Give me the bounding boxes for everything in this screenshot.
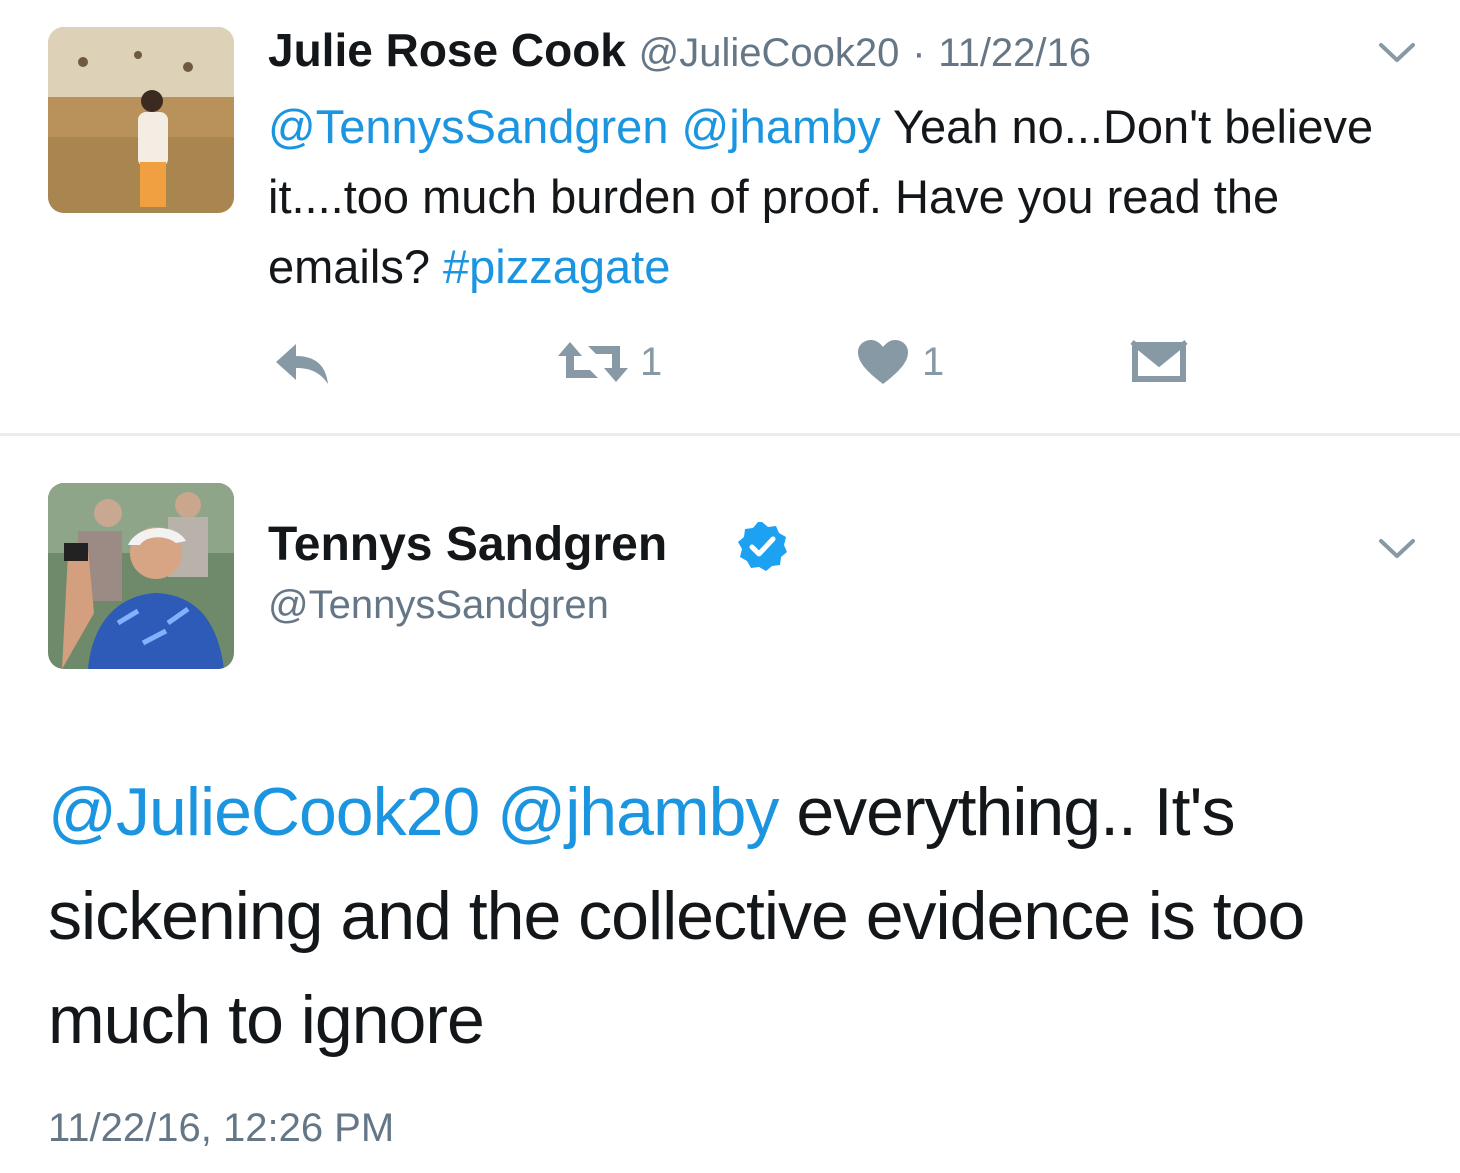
- mention-link[interactable]: @JulieCook20: [48, 774, 480, 850]
- mention-link[interactable]: @TennysSandgren: [268, 100, 668, 153]
- handle[interactable]: @TennysSandgren: [268, 580, 609, 630]
- timestamp[interactable]: 11/22/16, 12:26 PM: [48, 1100, 394, 1156]
- retweet-count: 1: [640, 339, 663, 384]
- avatar[interactable]: [48, 483, 234, 669]
- reply-tweet[interactable]: Julie Rose Cook @JulieCook20 · 11/22/16 …: [0, 0, 1460, 434]
- message-icon: [1130, 340, 1188, 382]
- retweet-button[interactable]: 1: [556, 338, 662, 386]
- avatar[interactable]: [48, 27, 234, 213]
- mention-link[interactable]: @jhamby: [497, 774, 779, 850]
- handle[interactable]: @JulieCook20: [639, 31, 900, 75]
- heart-icon: [858, 340, 908, 384]
- chevron-down-icon[interactable]: [1377, 40, 1417, 66]
- separator: ·: [912, 31, 926, 75]
- date[interactable]: 11/22/16: [938, 31, 1091, 75]
- display-name[interactable]: Tennys Sandgren: [268, 516, 667, 574]
- avatar-image: [48, 483, 234, 669]
- like-button[interactable]: 1: [856, 338, 944, 386]
- tweet-text: @TennysSandgren @jhamby Yeah no...Don't …: [268, 92, 1418, 302]
- reply-icon: [276, 344, 328, 384]
- message-button[interactable]: [1130, 340, 1188, 384]
- retweet-icon: [558, 342, 628, 382]
- reply-header: Julie Rose Cook @JulieCook20 · 11/22/16: [268, 22, 1091, 81]
- mention-link[interactable]: @jhamby: [682, 100, 881, 153]
- chevron-down-icon[interactable]: [1377, 536, 1417, 562]
- verified-badge-icon: [738, 522, 787, 571]
- tweet-text: @JulieCook20 @jhamby everything.. It's s…: [48, 760, 1428, 1072]
- reply-button[interactable]: [272, 338, 332, 386]
- action-bar: 1 1: [0, 330, 1460, 400]
- avatar-image: [48, 27, 234, 213]
- hashtag-link[interactable]: #pizzagate: [443, 240, 670, 293]
- like-count: 1: [922, 339, 945, 384]
- display-name[interactable]: Julie Rose Cook: [268, 24, 626, 76]
